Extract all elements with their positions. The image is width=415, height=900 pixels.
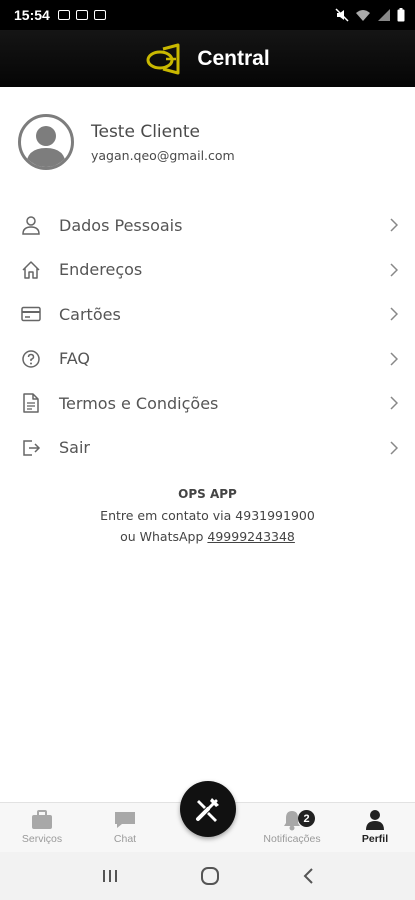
nav-item-perfil[interactable]: Perfil xyxy=(335,807,415,845)
whatsapp-prefix: ou WhatsApp xyxy=(120,529,208,544)
profile-card[interactable]: Teste Cliente yagan.qeo@gmail.com xyxy=(18,111,398,173)
notification-badge: 2 xyxy=(298,810,315,827)
recent-apps-icon[interactable] xyxy=(101,868,119,884)
status-bar: 15:54 xyxy=(0,0,415,30)
menu-item-enderecos[interactable]: Endereços xyxy=(0,248,415,293)
nav-label: Chat xyxy=(113,833,137,845)
menu-label: FAQ xyxy=(59,349,90,369)
battery-icon xyxy=(397,8,405,22)
chevron-right-icon xyxy=(387,217,401,233)
chevron-right-icon xyxy=(387,395,401,411)
menu-item-cartoes[interactable]: Cartões xyxy=(0,292,415,337)
help-circle-icon xyxy=(20,348,42,370)
whatsapp-link[interactable]: 49999243348 xyxy=(207,529,294,544)
whatsapp-line: ou WhatsApp 49999243348 xyxy=(0,526,415,547)
menu-label: Sair xyxy=(59,438,90,458)
status-system-icons xyxy=(335,8,405,22)
menu-label: Cartões xyxy=(59,304,121,324)
contact-info: OPS APP Entre em contato via 4931991900 … xyxy=(0,484,415,547)
profile-email: yagan.qeo@gmail.com xyxy=(91,147,235,163)
services-icon xyxy=(2,807,82,833)
nav-label: Notificações xyxy=(263,833,321,845)
app-icon xyxy=(93,10,106,20)
back-icon[interactable] xyxy=(302,867,314,885)
status-notification-icons xyxy=(57,10,106,20)
menu-label: Termos e Condições xyxy=(59,393,219,413)
contact-phone-line: Entre em contato via 4931991900 xyxy=(100,508,315,523)
chevron-right-icon xyxy=(387,351,401,367)
app-header: Central xyxy=(0,30,415,87)
nav-label: Serviços xyxy=(21,833,63,845)
menu-item-dados-pessoais[interactable]: Dados Pessoais xyxy=(0,203,415,248)
chevron-right-icon xyxy=(387,440,401,456)
nav-item-chat[interactable]: Chat xyxy=(85,807,165,845)
menu-item-termos[interactable]: Termos e Condições xyxy=(0,381,415,426)
home-icon xyxy=(20,259,42,281)
profile-menu: Dados Pessoais Endereços Cartões FAQ Ter… xyxy=(0,203,415,470)
nav-label: Perfil xyxy=(361,833,389,845)
gallery-icon xyxy=(57,10,70,20)
chat-icon xyxy=(85,807,165,833)
profile-name: Teste Cliente xyxy=(91,121,201,142)
chevron-right-icon xyxy=(387,306,401,322)
mute-icon xyxy=(335,8,349,22)
person-icon xyxy=(335,807,415,833)
nav-item-notificacoes[interactable]: 2 Notificações xyxy=(252,807,332,845)
menu-label: Dados Pessoais xyxy=(59,215,183,235)
home-button-icon[interactable] xyxy=(200,866,220,886)
nav-item-servicos[interactable]: Serviços xyxy=(2,807,82,845)
tools-icon xyxy=(196,798,219,822)
chevron-right-icon xyxy=(387,262,401,278)
app-name: OPS APP xyxy=(178,487,237,501)
screen-icon xyxy=(75,10,88,20)
logout-icon xyxy=(20,437,42,459)
menu-label: Endereços xyxy=(59,260,143,280)
bell-icon xyxy=(252,807,332,833)
credit-card-icon xyxy=(20,303,42,325)
tools-fab-button[interactable] xyxy=(180,781,236,837)
system-nav-bar xyxy=(0,852,415,900)
avatar xyxy=(18,114,74,170)
wifi-icon xyxy=(356,10,370,21)
document-icon xyxy=(20,392,42,414)
page-title: Central xyxy=(197,46,270,70)
status-time: 15:54 xyxy=(14,7,50,23)
default-avatar-icon xyxy=(26,126,66,167)
menu-item-faq[interactable]: FAQ xyxy=(0,337,415,382)
signal-icon xyxy=(378,9,390,21)
menu-item-sair[interactable]: Sair xyxy=(0,426,415,471)
user-icon xyxy=(20,214,42,236)
app-logo-icon xyxy=(146,43,180,74)
